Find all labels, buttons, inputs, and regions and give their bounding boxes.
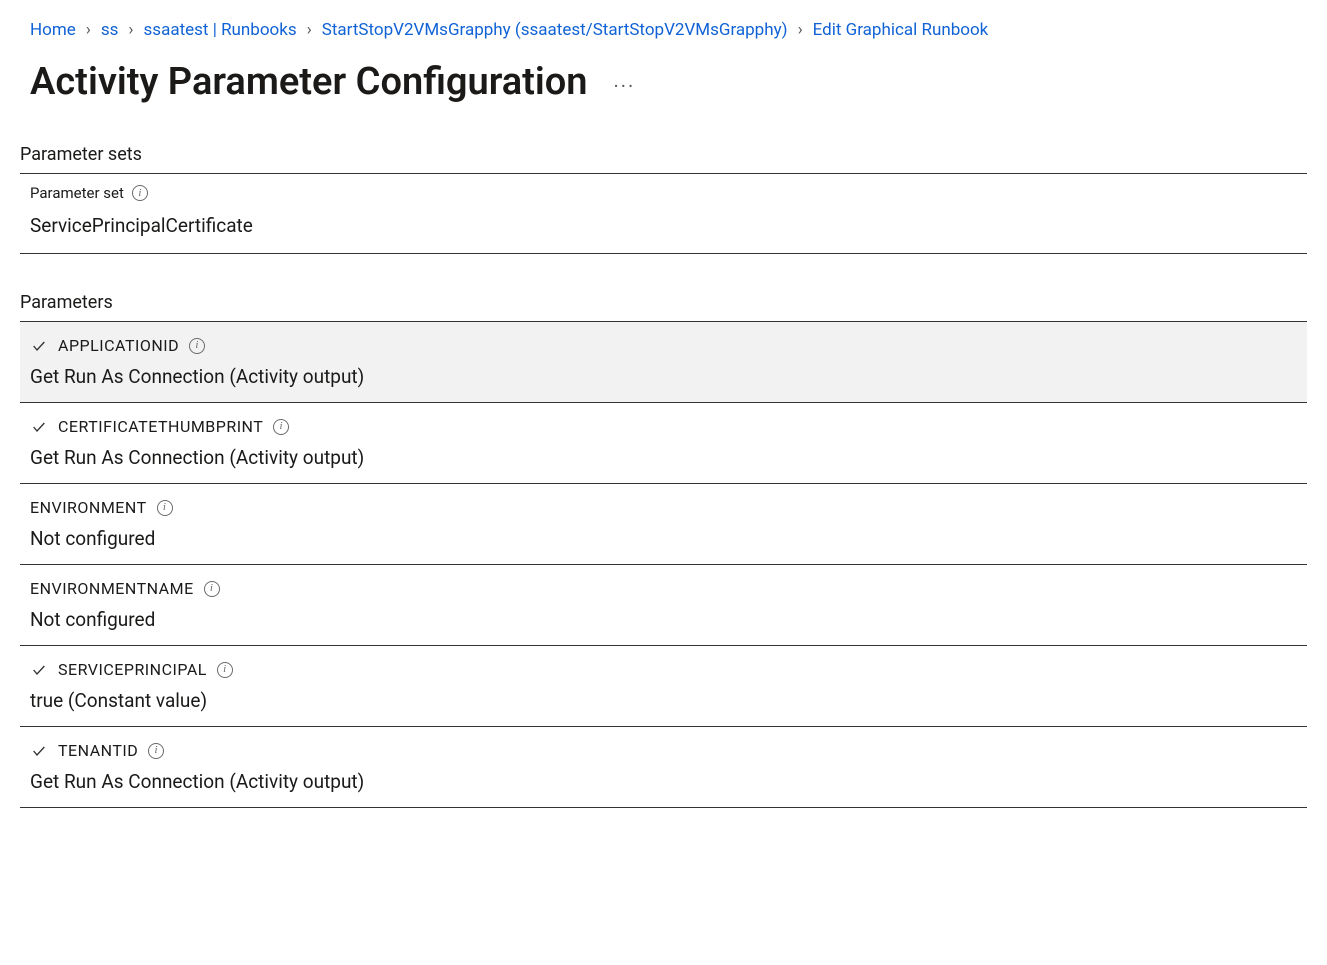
more-actions-button[interactable]: ··· [608, 76, 642, 96]
chevron-right-icon: › [307, 20, 312, 40]
parameter-set-label-row: Parameter set i [30, 184, 1297, 202]
parameter-header: TENANTID i [30, 741, 1297, 760]
breadcrumb-home-link[interactable]: Home [30, 20, 76, 40]
parameter-value: Get Run As Connection (Activity output) [30, 365, 1297, 388]
parameter-set-label: Parameter set [30, 184, 124, 202]
info-icon[interactable]: i [204, 581, 220, 597]
chevron-right-icon: › [128, 20, 133, 40]
parameter-name: SERVICEPRINCIPAL [58, 660, 207, 679]
parameter-set-block: Parameter set i ServicePrincipalCertific… [20, 174, 1307, 254]
chevron-right-icon: › [86, 20, 91, 40]
check-icon [30, 743, 48, 759]
parameter-name: ENVIRONMENT [30, 498, 147, 517]
parameter-name: TENANTID [58, 741, 138, 760]
parameter-value: Not configured [30, 527, 1297, 550]
parameter-name: CERTIFICATETHUMBPRINT [58, 417, 263, 436]
breadcrumb-runbooks-link[interactable]: ssaatest | Runbooks [144, 20, 297, 40]
parameter-sets-heading: Parameter sets [20, 134, 1307, 174]
check-icon [30, 338, 48, 354]
breadcrumb-edit-link[interactable]: Edit Graphical Runbook [813, 20, 989, 40]
breadcrumb-runbook-link[interactable]: StartStopV2VMsGrapphy (ssaatest/StartSto… [322, 20, 788, 40]
info-icon[interactable]: i [217, 662, 233, 678]
parameter-header: ENVIRONMENTNAME i [30, 579, 1297, 598]
parameter-set-value: ServicePrincipalCertificate [30, 214, 1297, 237]
parameter-row-applicationid[interactable]: APPLICATIONID i Get Run As Connection (Act… [20, 322, 1307, 403]
parameter-row-certificatethumbprint[interactable]: CERTIFICATETHUMBPRINT i Get Run As Connect… [20, 403, 1307, 484]
parameter-row-environmentname[interactable]: ENVIRONMENTNAME i Not configured [20, 565, 1307, 646]
info-icon[interactable]: i [148, 743, 164, 759]
parameter-name: ENVIRONMENTNAME [30, 579, 194, 598]
info-icon[interactable]: i [132, 185, 148, 201]
info-icon[interactable]: i [157, 500, 173, 516]
parameter-header: ENVIRONMENT i [30, 498, 1297, 517]
parameter-value: true (Constant value) [30, 689, 1297, 712]
parameter-sets-section: Parameter sets Parameter set i ServicePr… [0, 134, 1327, 254]
parameter-header: SERVICEPRINCIPAL i [30, 660, 1297, 679]
parameters-heading: Parameters [20, 282, 1307, 322]
check-icon [30, 419, 48, 435]
info-icon[interactable]: i [273, 419, 289, 435]
parameter-value: Get Run As Connection (Activity output) [30, 446, 1297, 469]
parameter-header: CERTIFICATETHUMBPRINT i [30, 417, 1297, 436]
check-icon [30, 662, 48, 678]
parameter-value: Not configured [30, 608, 1297, 631]
breadcrumb-ss-link[interactable]: ss [101, 20, 119, 40]
parameter-name: APPLICATIONID [58, 336, 179, 355]
breadcrumb: Home › ss › ssaatest | Runbooks › StartS… [0, 0, 1327, 50]
parameter-row-environment[interactable]: ENVIRONMENT i Not configured [20, 484, 1307, 565]
parameter-row-tenantid[interactable]: TENANTID i Get Run As Connection (Activity… [20, 727, 1307, 808]
parameter-value: Get Run As Connection (Activity output) [30, 770, 1297, 793]
info-icon[interactable]: i [189, 338, 205, 354]
parameter-header: APPLICATIONID i [30, 336, 1297, 355]
parameter-row-serviceprincipal[interactable]: SERVICEPRINCIPAL i true (Constant value) [20, 646, 1307, 727]
page-title-row: Activity Parameter Configuration ··· [0, 50, 1327, 134]
parameters-section: Parameters APPLICATIONID i Get Run As Conn… [0, 282, 1327, 808]
chevron-right-icon: › [798, 20, 803, 40]
page-title: Activity Parameter Configuration [30, 60, 588, 104]
